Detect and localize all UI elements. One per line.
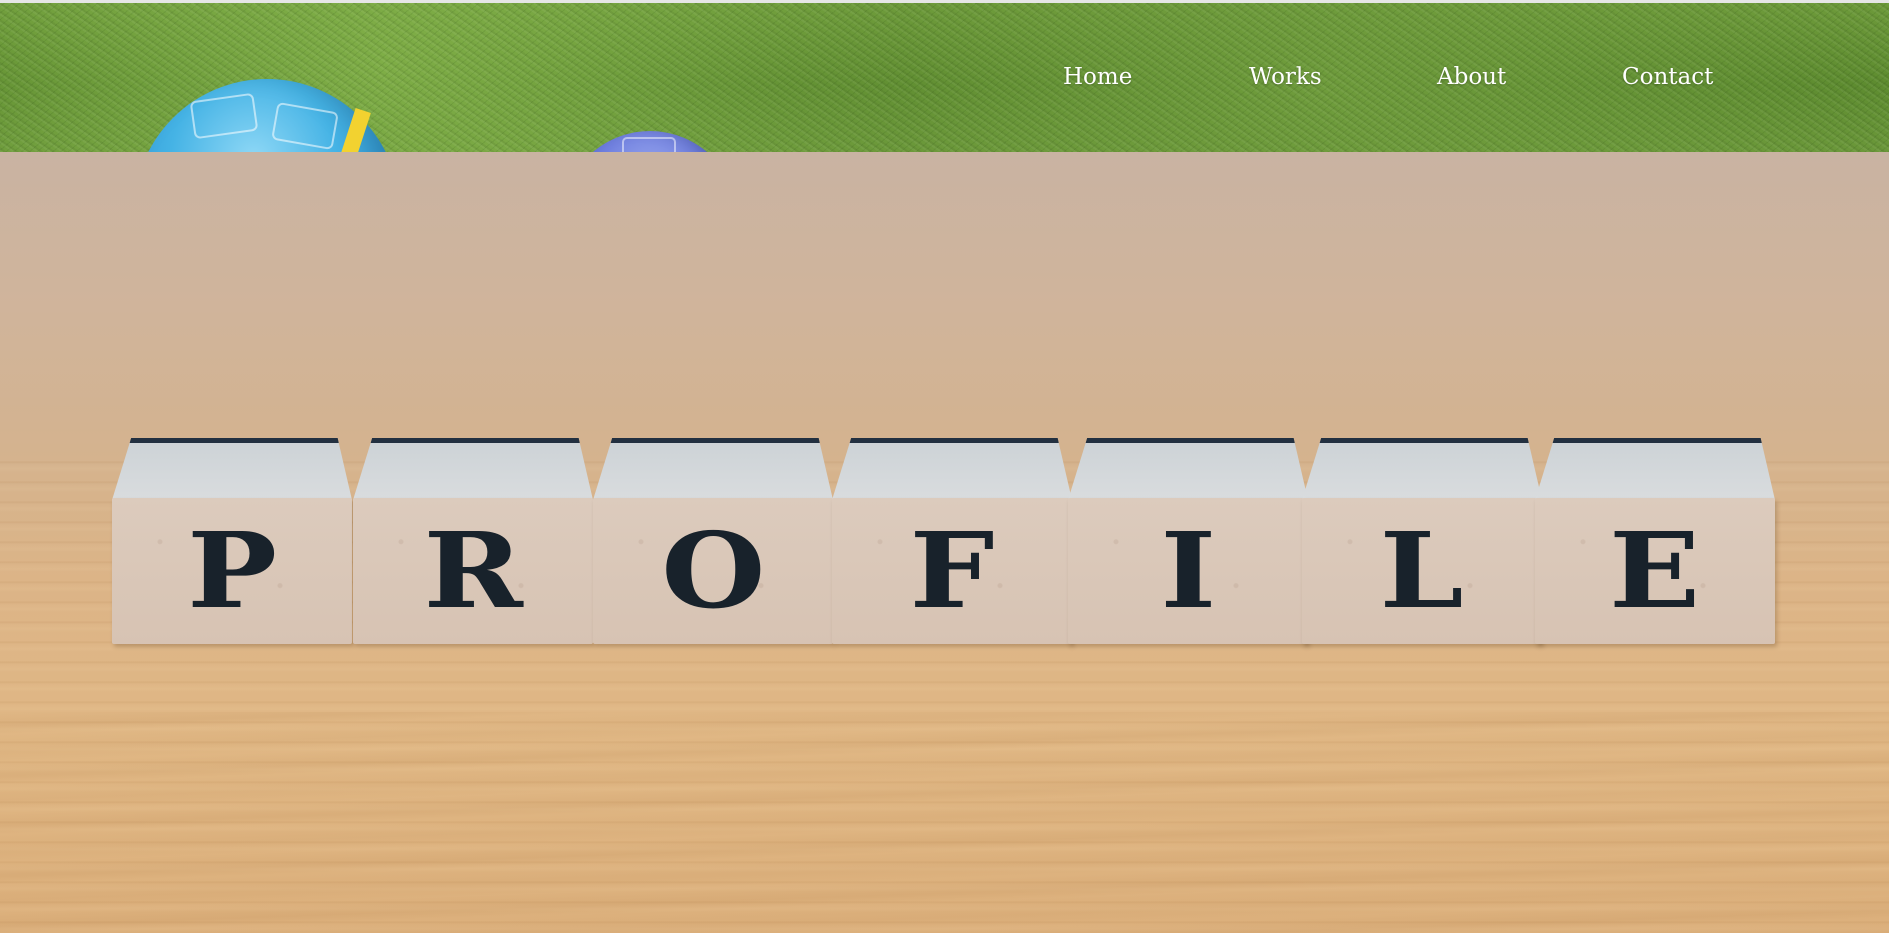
nav-link-works[interactable]: Works bbox=[1249, 59, 1322, 95]
block-letter: F bbox=[909, 509, 995, 632]
block-letter: L bbox=[1379, 509, 1465, 632]
main-nav: Home Works About Contact bbox=[0, 59, 1889, 99]
block-letter: I bbox=[1160, 509, 1216, 632]
nav-link-contact[interactable]: Contact bbox=[1622, 59, 1713, 95]
purple-soccer-ball-image bbox=[562, 131, 738, 152]
page: Home Works About Contact P R O F I L E bbox=[0, 0, 1889, 933]
letter-block: P bbox=[112, 438, 352, 644]
block-letter: O bbox=[660, 509, 766, 632]
letter-block: R bbox=[353, 438, 593, 644]
nav-link-home[interactable]: Home bbox=[1063, 59, 1132, 95]
letter-block: L bbox=[1302, 438, 1542, 644]
profile-letter-blocks: P R O F I L E bbox=[112, 438, 1780, 648]
letter-block: F bbox=[832, 438, 1072, 644]
profile-hero-image: P R O F I L E bbox=[0, 152, 1889, 933]
nav-link-about[interactable]: About bbox=[1437, 59, 1506, 95]
header-banner: Home Works About Contact bbox=[0, 0, 1889, 152]
block-letter: R bbox=[423, 509, 523, 632]
block-letter: P bbox=[187, 509, 277, 632]
letter-block: I bbox=[1068, 438, 1308, 644]
letter-block: E bbox=[1535, 438, 1775, 644]
block-letter: E bbox=[1609, 509, 1701, 632]
letter-block: O bbox=[593, 438, 833, 644]
